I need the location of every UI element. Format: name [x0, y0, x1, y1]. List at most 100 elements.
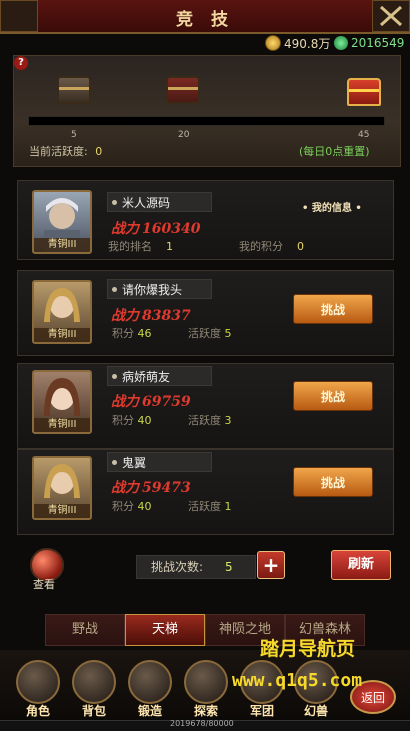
challenge-button[interactable]: 挑战: [293, 294, 373, 324]
score-value: 0: [297, 240, 304, 253]
activity-label: 活跃度: [188, 327, 221, 340]
power: 战力 83837: [111, 305, 191, 325]
anvil-icon: [128, 660, 172, 704]
add-challenges-button[interactable]: +: [257, 551, 285, 579]
refresh-button[interactable]: 刷新: [331, 550, 391, 580]
activity-label: 活跃度: [188, 414, 221, 427]
player-name: 鬼翼: [107, 452, 212, 472]
tab-wild-battle[interactable]: 野战: [45, 614, 125, 646]
player-name: 请你爆我头: [107, 279, 212, 299]
clover-gem-icon: [334, 36, 348, 50]
reset-note: (每日0点重置): [299, 145, 370, 158]
player-name-text: 病娇萌友: [122, 370, 171, 384]
power-value: 160340: [142, 221, 201, 237]
view-label[interactable]: 查看: [33, 576, 55, 592]
gold-coin-icon: [265, 35, 281, 51]
my-info-text: 我的信息: [311, 203, 352, 214]
player-name-text: 鬼翼: [122, 456, 147, 470]
challenge-button[interactable]: 挑战: [293, 467, 373, 497]
power-value: 69759: [142, 394, 191, 410]
compass-icon: [184, 660, 228, 704]
challenge-count: 挑战次数: 5: [136, 555, 256, 579]
count-value: 5: [225, 560, 233, 574]
nav-forge[interactable]: 锻造: [124, 660, 176, 718]
nav-explore[interactable]: 探索: [180, 660, 232, 718]
nav-label: 角色: [25, 704, 50, 718]
nav-label: 锻造: [137, 704, 162, 718]
avatar[interactable]: 青铜III: [32, 280, 92, 344]
name-dot: [112, 374, 117, 379]
nav-bag[interactable]: 背包: [68, 660, 120, 718]
opponent-score: 积分 40: [112, 412, 152, 428]
score-value: 46: [137, 327, 152, 340]
tab-ladder[interactable]: 天梯: [125, 614, 205, 646]
power-label: 战力: [111, 308, 139, 324]
page-title: 竞 技: [176, 10, 234, 30]
score-value: 40: [137, 500, 152, 513]
challenge-button[interactable]: 挑战: [293, 381, 373, 411]
rank-badge: 青铜III: [34, 328, 90, 342]
avatar[interactable]: 青铜III: [32, 370, 92, 434]
name-dot: [112, 287, 117, 292]
score-label: 积分: [112, 500, 134, 513]
help-icon[interactable]: ?: [14, 56, 28, 70]
milestone-label: 20: [178, 130, 190, 140]
rank-label: 我的排名: [108, 240, 152, 253]
score-value: 40: [137, 414, 152, 427]
gem-amount: 2016549: [351, 36, 405, 50]
bag-icon: [72, 660, 116, 704]
power-value: 59473: [142, 480, 191, 496]
nav-label: 军团: [249, 704, 274, 718]
current-activity-label: 当前活跃度:: [29, 145, 88, 158]
rank-badge: 青铜III: [34, 418, 90, 432]
my-rank: 我的排名 1: [108, 238, 173, 254]
gem-display: 2016549: [334, 34, 404, 52]
my-score: 我的积分 0: [239, 238, 304, 254]
rank-badge: 青铜III: [34, 238, 90, 252]
nav-label: 探索: [193, 704, 218, 718]
player-name-text: 请你爆我头: [122, 283, 183, 297]
count-label: 挑战次数:: [151, 560, 204, 574]
nav-label: 幻兽: [303, 704, 328, 718]
activity-label: 活跃度: [188, 500, 221, 513]
player-name-text: 米人源码: [122, 196, 171, 210]
name-dot: [112, 200, 117, 205]
opponent-score: 积分 46: [112, 325, 152, 341]
power-label: 战力: [111, 221, 139, 237]
rank-value: 1: [166, 240, 173, 253]
milestone-label: 45: [358, 130, 370, 140]
avatar[interactable]: 青铜III: [32, 190, 92, 254]
activity-value: 3: [224, 414, 232, 427]
power-label: 战力: [111, 394, 139, 410]
power-value: 83837: [142, 308, 191, 324]
activity-chest-1[interactable]: [57, 76, 91, 104]
activity-chest-3[interactable]: [347, 78, 381, 106]
my-info-label[interactable]: • 我的信息 •: [302, 199, 362, 214]
power-label: 战力: [111, 480, 139, 496]
current-activity-value: 0: [95, 145, 103, 158]
opponent-activity: 活跃度 1: [188, 498, 232, 514]
watermark-url: www.q1q5.com: [232, 670, 363, 691]
avatar[interactable]: 青铜III: [32, 456, 92, 520]
score-label: 积分: [112, 327, 134, 340]
score-label: 积分: [112, 414, 134, 427]
helmet-icon: [16, 660, 60, 704]
experience-text: 2019678/80000: [170, 719, 234, 728]
gold-display: 490.8万: [265, 34, 330, 52]
opponent-activity: 活跃度 3: [188, 412, 232, 428]
activity-value: 5: [224, 327, 232, 340]
opponent-activity: 活跃度 5: [188, 325, 232, 341]
power: 战力 160340: [111, 218, 200, 238]
nav-character[interactable]: 角色: [12, 660, 64, 718]
gold-amount: 490.8万: [284, 36, 331, 51]
power: 战力 69759: [111, 391, 191, 411]
current-activity: 当前活跃度: 0: [29, 143, 102, 159]
nav-label: 背包: [81, 704, 106, 718]
activity-value: 1: [224, 500, 232, 513]
activity-progress-bar: [28, 116, 385, 126]
watermark-title: 踏月导航页: [260, 638, 356, 660]
name-dot: [112, 460, 117, 465]
score-label: 我的积分: [239, 240, 283, 253]
player-name: 米人源码: [107, 192, 212, 212]
activity-chest-2[interactable]: [166, 76, 200, 104]
